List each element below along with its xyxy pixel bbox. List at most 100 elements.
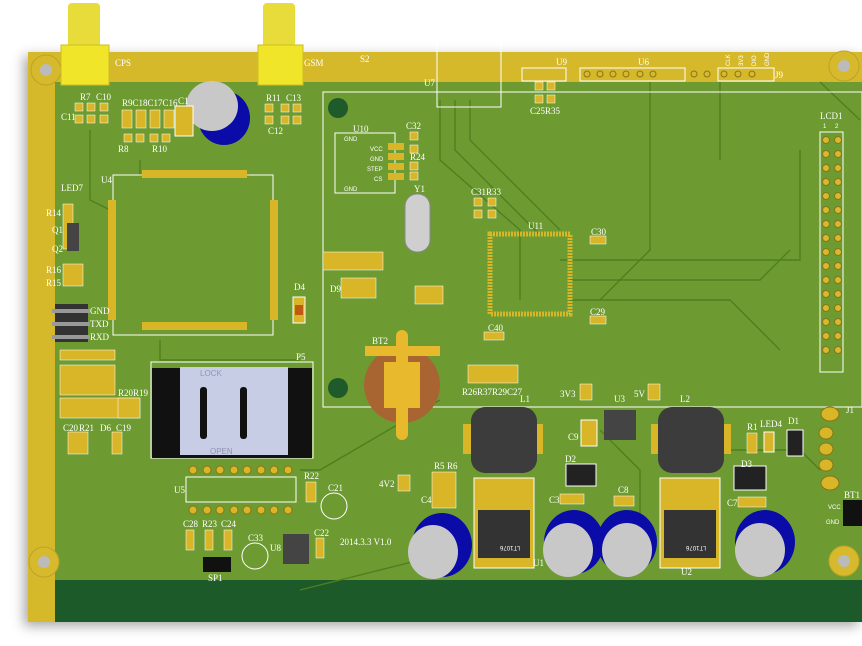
label-r26r37r29c27: R26R37R29C27	[462, 387, 523, 397]
label-s2: S2	[360, 54, 370, 64]
diode-d1	[786, 429, 804, 457]
label-bt2: BT2	[372, 336, 388, 346]
j9-pin-3v3: 3V3	[739, 55, 745, 66]
label-l1: L1	[520, 394, 530, 404]
label-d2: D2	[565, 454, 576, 464]
serial-pin-rxd: RXD	[90, 332, 110, 342]
label-r1: R1	[747, 422, 758, 432]
tantalum-c9	[580, 419, 598, 447]
transistor-q1-q2	[67, 223, 79, 251]
label-u5: U5	[174, 485, 185, 495]
label-c8: C8	[618, 485, 629, 495]
sim-card-holder	[150, 361, 314, 459]
label-c4: C4	[421, 495, 432, 505]
label-r20r19: R20R19	[118, 388, 149, 398]
u10-pin: GND	[370, 157, 384, 163]
label-l2: L2	[680, 394, 690, 404]
label-r5: R5	[434, 461, 445, 471]
svg-text:LT1076: LT1076	[499, 544, 520, 550]
tantalum-cap	[174, 105, 194, 137]
sim-open-label: OPEN	[210, 447, 233, 456]
label-d4: D4	[294, 282, 305, 292]
label-u1: U1	[533, 558, 544, 568]
label-c19: C19	[116, 423, 132, 433]
label-led7: LED7	[61, 183, 83, 193]
ic-u8	[283, 534, 309, 564]
u10-pin: VCC	[370, 147, 383, 153]
label-u2: U2	[681, 567, 692, 577]
label-j1: J1	[846, 405, 854, 415]
diode-d3	[733, 465, 767, 491]
sma-connector-gps	[60, 3, 110, 86]
mounting-hole	[828, 50, 860, 82]
j9-pin-gnd: GND	[765, 52, 771, 66]
label-c20: C20	[63, 423, 79, 433]
regulator-u3	[604, 410, 636, 440]
label-r9c18c17c16: R9C18C17C16	[122, 98, 178, 108]
label-r21: R21	[79, 423, 94, 433]
regulator-u2: LT1076	[659, 477, 721, 569]
label-u9: U9	[556, 57, 567, 67]
label-u3: U3	[614, 394, 625, 404]
label-u7: U7	[424, 78, 435, 88]
label-j9: J9	[775, 70, 784, 80]
label-c32: C32	[406, 121, 421, 131]
crystal-y1	[404, 193, 431, 253]
inductor-l2	[651, 407, 731, 473]
label-c28: C28	[183, 519, 199, 529]
label-q2: Q2	[52, 244, 63, 254]
label-c3: C3	[549, 495, 560, 505]
gps-label: CPS	[115, 58, 131, 68]
jumper-sp1	[203, 557, 231, 572]
label-3v3: 3V3	[560, 389, 576, 399]
serial-pin-gnd: GND	[90, 306, 110, 316]
label-bt1: BT1	[844, 490, 860, 500]
label-u11: U11	[528, 221, 543, 231]
label-c21: C21	[328, 483, 343, 493]
serial-header	[52, 304, 90, 342]
sma-connector-gsm	[257, 3, 304, 86]
u10-pin: GND	[344, 187, 358, 193]
board-version: 2014.3.3 V1.0	[340, 537, 392, 547]
label-d3: D3	[741, 459, 752, 469]
gsm-label: GSM	[304, 58, 324, 68]
label-d1: D1	[788, 416, 799, 426]
label-u10: U10	[353, 124, 369, 134]
label-r15: R15	[46, 278, 62, 288]
label-c11: C11	[61, 112, 76, 122]
mounting-hole	[30, 54, 62, 86]
mounting-hole	[28, 546, 60, 578]
label-c1: C1	[178, 96, 189, 106]
label-c25r35: C25R35	[530, 106, 561, 116]
fiducial	[328, 98, 348, 118]
label-c22: C22	[314, 528, 329, 538]
label-r6: R6	[447, 461, 458, 471]
label-c31r33: C31R33	[471, 187, 502, 197]
label-r14: R14	[46, 208, 62, 218]
u10-pin: GND	[344, 137, 358, 143]
label-c40: C40	[488, 323, 504, 333]
inductor-l1	[463, 407, 543, 473]
mounting-hole	[828, 545, 860, 577]
label-u8: U8	[270, 543, 281, 553]
connector-bt1	[843, 500, 862, 526]
label-c9: C9	[568, 432, 579, 442]
fiducial	[328, 378, 348, 398]
label-sp1: SP1	[208, 573, 223, 583]
label-u4: U4	[101, 175, 112, 185]
sim-lock-label: LOCK	[200, 369, 222, 378]
label-c10: C10	[96, 92, 112, 102]
label-led4: LED4	[760, 419, 782, 429]
bt1-vcc-label: VCC	[828, 505, 841, 511]
label-c33: C33	[248, 533, 264, 543]
label-d9: D9	[330, 284, 341, 294]
led4	[763, 431, 775, 453]
serial-pin-txd: TXD	[90, 319, 109, 329]
label-r23: R23	[202, 519, 218, 529]
label-r22: R22	[304, 471, 319, 481]
label-c30: C30	[591, 227, 607, 237]
pcb-render: CPS GSM LT1076 LT1076 S2 U7 U9 U6 J9 CLK…	[28, 3, 862, 622]
label-r24: R24	[410, 152, 426, 162]
label-4v2: 4V2	[379, 479, 395, 489]
j9-pin-dio: DIO	[752, 55, 758, 66]
